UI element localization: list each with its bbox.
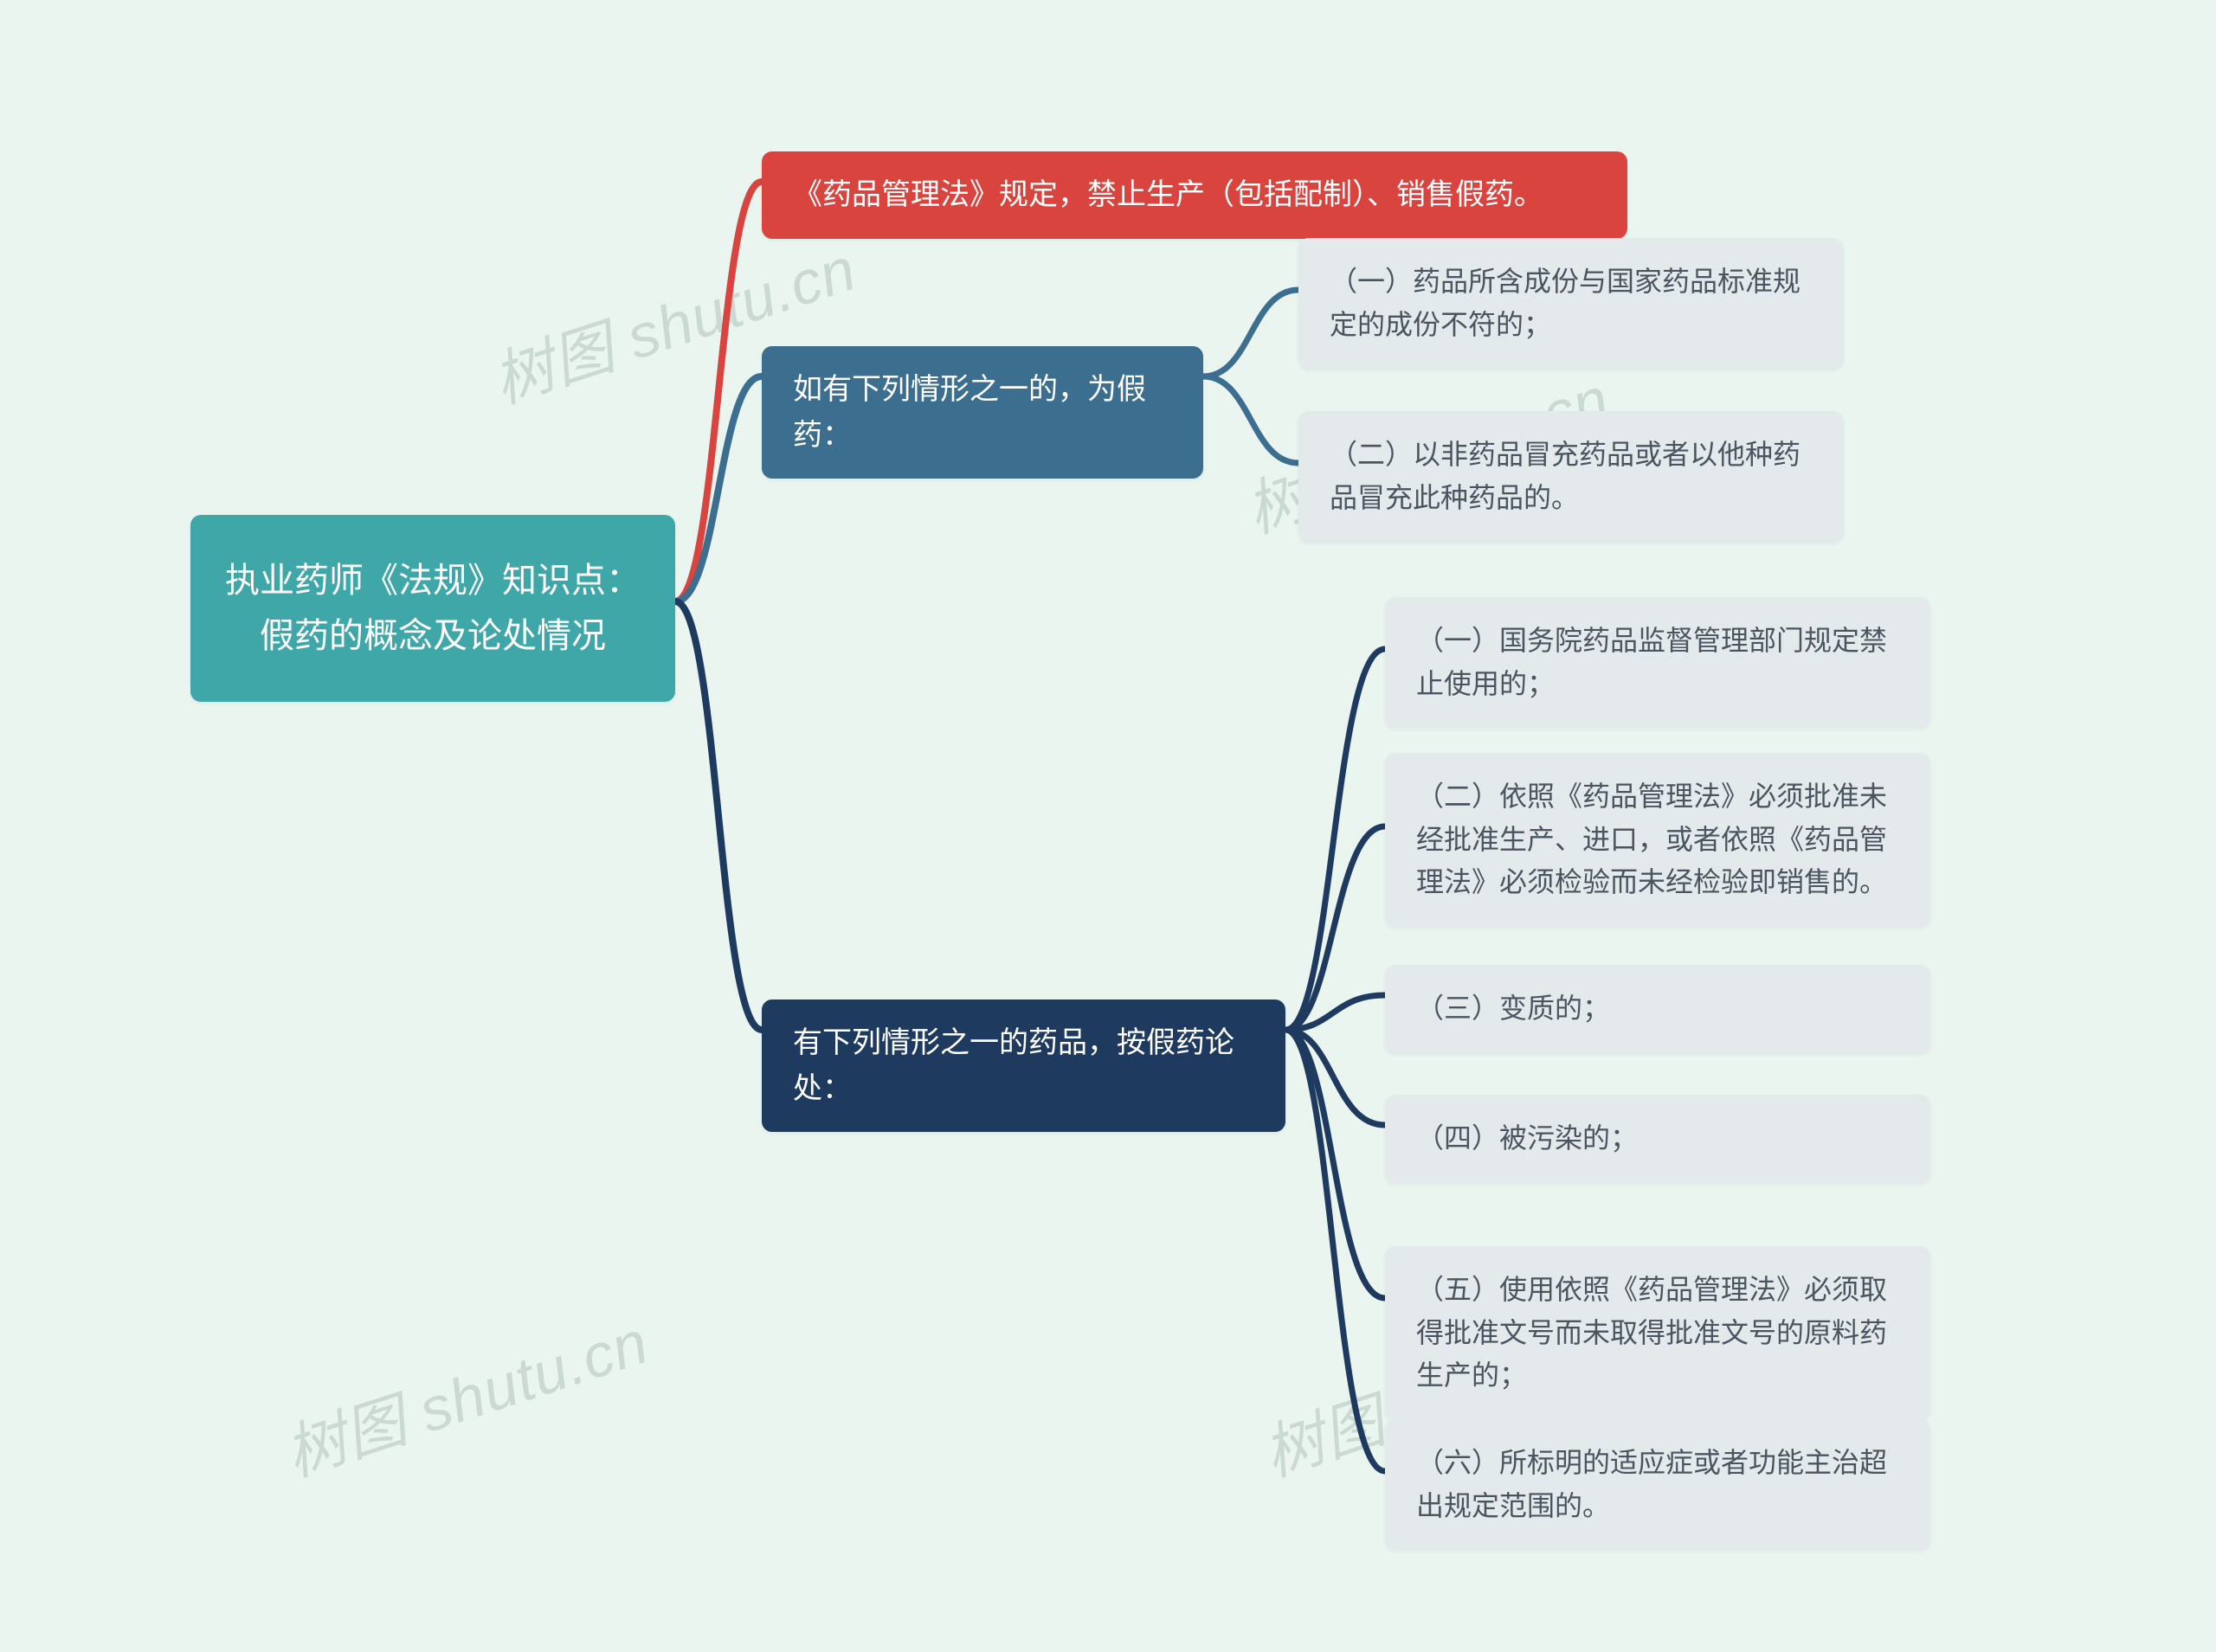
root-node[interactable]: 执业药师《法规》知识点：假药的概念及论处情况 [190, 515, 675, 702]
watermark: 树图 shutu.cn [273, 1294, 658, 1494]
branch-node-fake-defined[interactable]: 如有下列情形之一的，为假药： [762, 346, 1203, 479]
leaf-node[interactable]: （一）国务院药品监督管理部门规定禁止使用的； [1385, 597, 1930, 728]
leaf-node[interactable]: （三）变质的； [1385, 965, 1930, 1053]
branch-node-treated-as-fake[interactable]: 有下列情形之一的药品，按假药论处： [762, 1000, 1285, 1132]
leaf-node[interactable]: （二）以非药品冒充药品或者以他种药品冒充此种药品的。 [1298, 411, 1844, 542]
branch-node-law-provision[interactable]: 《药品管理法》规定，禁止生产（包括配制）、销售假药。 [762, 151, 1627, 239]
leaf-node[interactable]: （五）使用依照《药品管理法》必须取得批准文号而未取得批准文号的原料药生产的； [1385, 1246, 1930, 1420]
leaf-node[interactable]: （二）依照《药品管理法》必须批准未经批准生产、进口，或者依照《药品管理法》必须检… [1385, 753, 1930, 927]
leaf-node[interactable]: （六）所标明的适应症或者功能主治超出规定范围的。 [1385, 1419, 1930, 1550]
leaf-node[interactable]: （四）被污染的； [1385, 1095, 1930, 1183]
leaf-node[interactable]: （一）药品所含成份与国家药品标准规定的成份不符的； [1298, 238, 1844, 369]
